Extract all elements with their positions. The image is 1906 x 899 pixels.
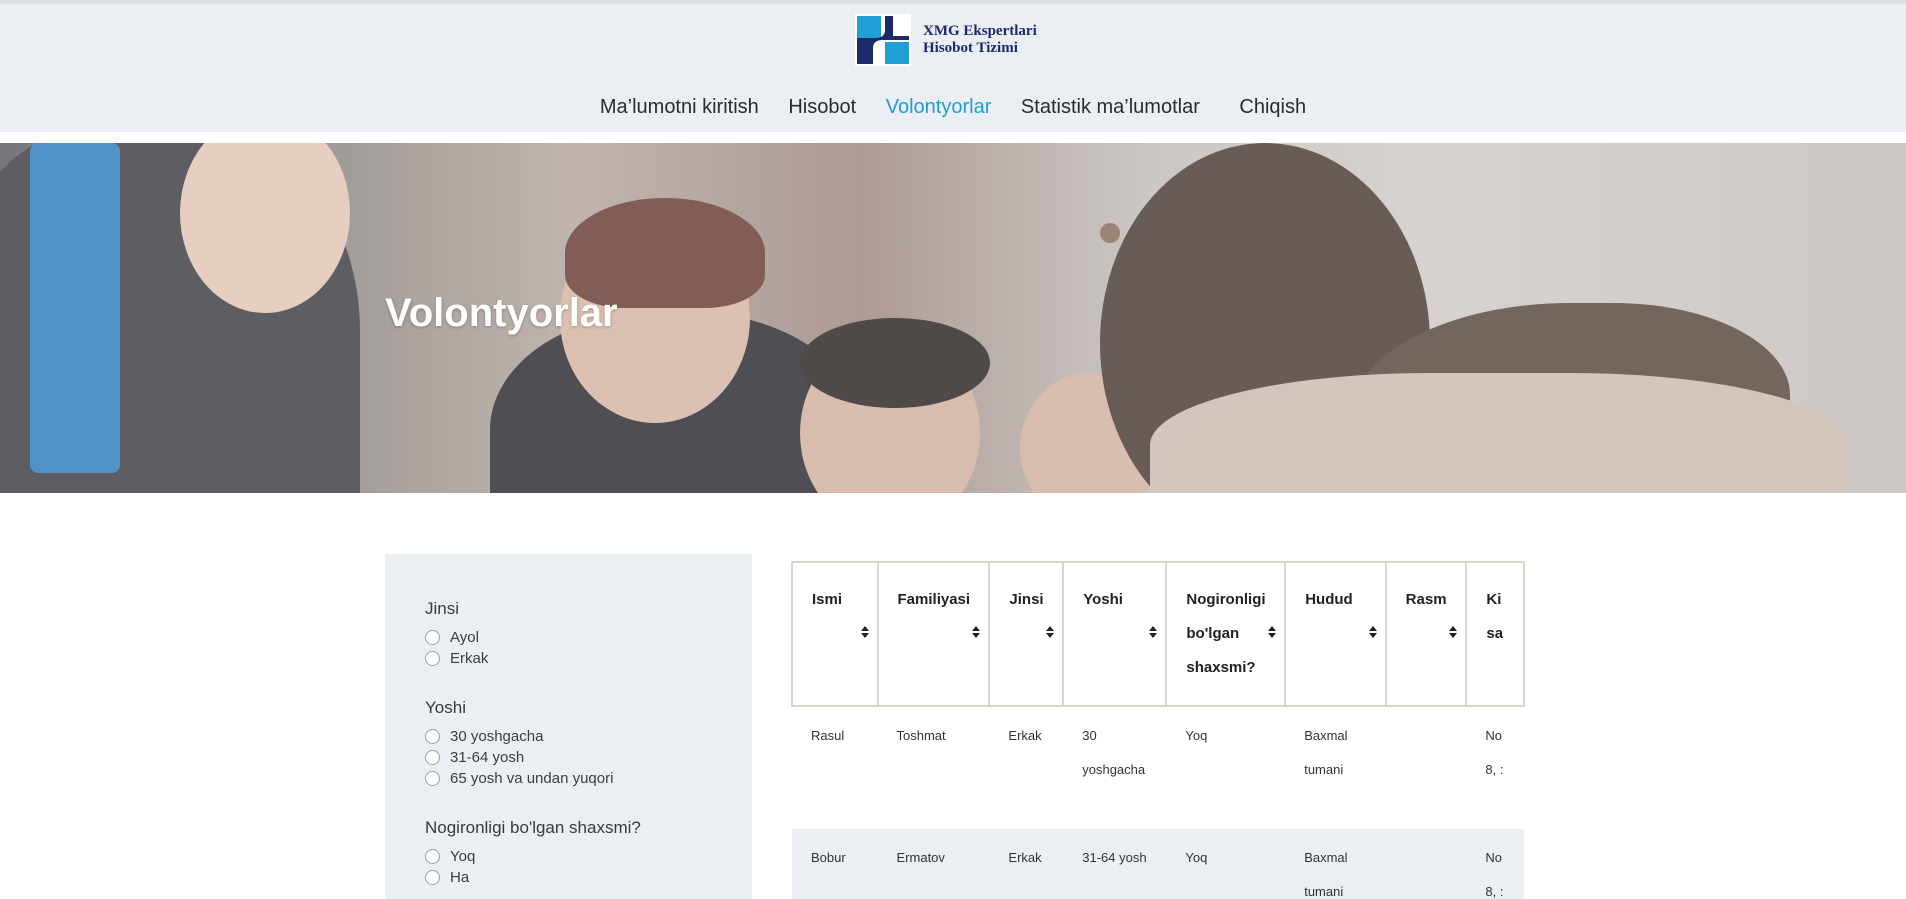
sort-icon[interactable] bbox=[1268, 626, 1277, 638]
cell-region: Baxmal tumani bbox=[1304, 850, 1348, 899]
cell-disability: Yoq bbox=[1185, 850, 1208, 865]
filter-panel: Jinsi Ayol Erkak Yoshi 30 yoshgacha 31-6… bbox=[385, 554, 752, 899]
nav-item-volunteers[interactable]: Volontyorlar bbox=[886, 96, 992, 119]
cell-gender: Erkak bbox=[1008, 728, 1042, 743]
logo-mark-icon bbox=[855, 14, 911, 66]
radio-option-31-64[interactable]: 31-64 yosh bbox=[425, 747, 613, 768]
column-header-photo[interactable]: Rasm bbox=[1384, 561, 1468, 707]
radio-option-male[interactable]: Erkak bbox=[425, 648, 488, 669]
radio-label: Ha bbox=[450, 869, 470, 886]
table-header-row: Ismi Familiyasi Jinsi Yoshi Nogironligi … bbox=[791, 561, 1525, 707]
table-row[interactable]: Bobur Ermatov Erkak 31-64 yosh Yoq Baxma… bbox=[792, 829, 1524, 899]
nav-item-report[interactable]: Hisobot bbox=[788, 96, 856, 119]
sort-icon[interactable] bbox=[1368, 626, 1377, 638]
cell-name: Rasul bbox=[811, 728, 845, 743]
column-header-region[interactable]: Hudud bbox=[1284, 561, 1387, 707]
radio-option-under-30[interactable]: 30 yoshgacha bbox=[425, 726, 613, 747]
cell-age: 31-64 yosh bbox=[1082, 850, 1147, 865]
sort-icon[interactable] bbox=[1046, 626, 1055, 638]
filter-title-age: Yoshi bbox=[425, 698, 466, 717]
radio-button[interactable] bbox=[425, 630, 440, 645]
column-header-surname[interactable]: Familiyasi bbox=[876, 561, 991, 707]
nav-item-logout[interactable]: Chiqish bbox=[1239, 96, 1306, 119]
hero-banner: Volontyorlar bbox=[0, 143, 1906, 493]
logo-text: XMG Ekspertlari Hisobot Tizimi bbox=[923, 23, 1037, 57]
logo[interactable]: XMG Ekspertlari Hisobot Tizimi bbox=[855, 14, 1037, 66]
column-header-truncated[interactable]: Ki sa bbox=[1465, 561, 1525, 707]
radio-button[interactable] bbox=[425, 870, 440, 885]
cell-photo bbox=[1386, 706, 1467, 829]
radio-button[interactable] bbox=[425, 729, 440, 744]
logo-line-2: Hisobot Tizimi bbox=[923, 40, 1018, 56]
cell-gender: Erkak bbox=[1008, 850, 1042, 865]
radio-button[interactable] bbox=[425, 750, 440, 765]
cell-surname: Ermatov bbox=[896, 850, 945, 865]
radio-label: Ayol bbox=[450, 629, 479, 646]
main-nav: Ma’lumotni kiritish Hisobot Volontyorlar… bbox=[0, 96, 1906, 119]
cell-age: 30 yoshgacha bbox=[1082, 728, 1146, 777]
volunteers-table-container[interactable]: Ismi Familiyasi Jinsi Yoshi Nogironligi … bbox=[791, 561, 1525, 899]
radio-label: 31-64 yosh bbox=[450, 749, 525, 766]
cell-photo bbox=[1386, 829, 1467, 899]
page-title: Volontyorlar bbox=[385, 291, 618, 335]
cell-truncated: No 8, : bbox=[1485, 850, 1504, 899]
radio-label: Yoq bbox=[450, 848, 476, 865]
cell-name: Bobur bbox=[811, 850, 846, 865]
filter-group-disability: Nogironligi bo'lgan shaxsmi? Yoq Ha bbox=[425, 818, 641, 888]
radio-option-yes[interactable]: Ha bbox=[425, 867, 641, 888]
column-header-age[interactable]: Yoshi bbox=[1062, 561, 1168, 707]
hero-overlay bbox=[0, 143, 1906, 493]
nav-item-statistics[interactable]: Statistik ma’lumotlar bbox=[1021, 96, 1200, 119]
cell-surname: Toshmat bbox=[896, 728, 946, 743]
cell-truncated: No 8, : bbox=[1485, 728, 1504, 777]
column-header-name[interactable]: Ismi bbox=[791, 561, 879, 707]
radio-label: 30 yoshgacha bbox=[450, 728, 544, 745]
sort-icon[interactable] bbox=[860, 626, 869, 638]
nav-item-data-entry[interactable]: Ma’lumotni kiritish bbox=[600, 96, 759, 119]
sort-icon[interactable] bbox=[1449, 626, 1458, 638]
radio-label: Erkak bbox=[450, 650, 489, 667]
volunteers-table: Ismi Familiyasi Jinsi Yoshi Nogironligi … bbox=[791, 561, 1525, 899]
radio-option-no[interactable]: Yoq bbox=[425, 846, 641, 867]
logo-line-1: XMG Ekspertlari bbox=[923, 23, 1037, 39]
filter-group-gender: Jinsi Ayol Erkak bbox=[425, 599, 488, 669]
radio-option-65-plus[interactable]: 65 yosh va undan yuqori bbox=[425, 768, 613, 789]
cell-disability: Yoq bbox=[1185, 728, 1208, 743]
sort-icon[interactable] bbox=[972, 626, 981, 638]
column-header-disability[interactable]: Nogironligi bo'lgan shaxsmi? bbox=[1165, 561, 1287, 707]
radio-button[interactable] bbox=[425, 771, 440, 786]
radio-button[interactable] bbox=[425, 651, 440, 666]
sort-icon[interactable] bbox=[1149, 626, 1158, 638]
filter-title-gender: Jinsi bbox=[425, 599, 460, 618]
filter-group-age: Yoshi 30 yoshgacha 31-64 yosh 65 yosh va… bbox=[425, 698, 613, 789]
site-header: XMG Ekspertlari Hisobot Tizimi Ma’lumotn… bbox=[0, 4, 1906, 132]
radio-option-female[interactable]: Ayol bbox=[425, 627, 488, 648]
radio-button[interactable] bbox=[425, 849, 440, 864]
cell-region: Baxmal tumani bbox=[1304, 728, 1348, 777]
radio-label: 65 yosh va undan yuqori bbox=[450, 770, 614, 787]
table-row[interactable]: Rasul Toshmat Erkak 30 yoshgacha Yoq Bax… bbox=[792, 706, 1524, 829]
column-header-gender[interactable]: Jinsi bbox=[988, 561, 1065, 707]
filter-title-disability: Nogironligi bo'lgan shaxsmi? bbox=[425, 818, 641, 837]
